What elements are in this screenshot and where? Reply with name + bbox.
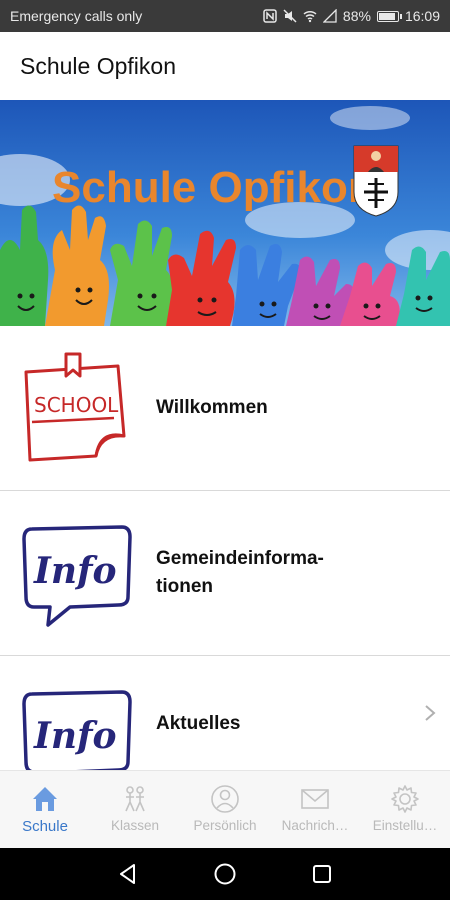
info-bubble-icon: Info: [22, 690, 132, 770]
info-bubble-text: Info: [33, 715, 117, 757]
school-note-icon: SCHOOL: [24, 352, 126, 462]
envelope-icon: [301, 789, 329, 809]
menu-item-willkommen[interactable]: SCHOOL Willkommen: [0, 326, 450, 491]
app-header: Schule Opfikon: [0, 32, 450, 100]
menu-item-label: Aktuelles: [156, 713, 241, 734]
nfc-icon: [263, 9, 277, 23]
menu-list: SCHOOL Willkommen Info Gemeindeinforma- …: [0, 326, 450, 770]
tab-schule[interactable]: Schule: [0, 771, 90, 848]
home-icon: [33, 787, 57, 811]
banner-image: Schule Opfikon: [0, 100, 450, 326]
status-bar: Emergency calls only 88% 16:09: [0, 0, 450, 32]
bottom-nav: Schule Klassen Persönlich Nachrich… Eins…: [0, 770, 450, 848]
signal-icon: [322, 9, 337, 23]
tab-klassen[interactable]: Klassen: [90, 771, 180, 848]
status-icons: 88% 16:09: [263, 8, 440, 24]
banner-title: Schule Opfikon: [52, 163, 375, 212]
school-note-text: SCHOOL: [34, 393, 119, 417]
children-icon: [125, 786, 145, 812]
menu-item-label: Gemeindeinforma- tionen: [156, 548, 324, 597]
tab-nachrichten[interactable]: Nachrich…: [270, 771, 360, 848]
menu-item-label: Willkommen: [156, 397, 268, 418]
tab-label: Schule: [22, 818, 68, 835]
wifi-icon: [303, 10, 317, 23]
info-bubble-text: Info: [33, 550, 117, 592]
recents-icon[interactable]: [309, 861, 335, 887]
home-circle-icon[interactable]: [212, 861, 238, 887]
page-title: Schule Opfikon: [20, 52, 176, 79]
menu-item-gemeindeinformationen[interactable]: Info Gemeindeinforma- tionen: [0, 491, 450, 656]
tab-label: Einstellu…: [372, 818, 438, 833]
battery-icon: [376, 10, 402, 22]
mute-icon: [283, 9, 297, 23]
tab-label: Klassen: [110, 818, 160, 833]
back-icon[interactable]: [115, 861, 141, 887]
info-bubble-icon: Info: [22, 525, 132, 627]
tab-label: Persönlich: [193, 818, 257, 833]
tab-persoenlich[interactable]: Persönlich: [180, 771, 270, 848]
gear-icon: [391, 785, 419, 813]
tab-einstellungen[interactable]: Einstellu…: [360, 771, 450, 848]
menu-item-aktuelles[interactable]: Info Aktuelles: [0, 656, 450, 770]
header-banner: Schule Opfikon: [0, 100, 450, 326]
clock: 16:09: [404, 8, 440, 24]
chevron-right-icon: [425, 705, 436, 721]
system-nav-bar: [0, 848, 450, 900]
battery-percent: 88%: [342, 8, 371, 24]
person-icon: [211, 785, 239, 813]
coat-of-arms-icon: [353, 145, 399, 217]
carrier-text: Emergency calls only: [10, 8, 143, 24]
tab-label: Nachrich…: [281, 818, 349, 833]
